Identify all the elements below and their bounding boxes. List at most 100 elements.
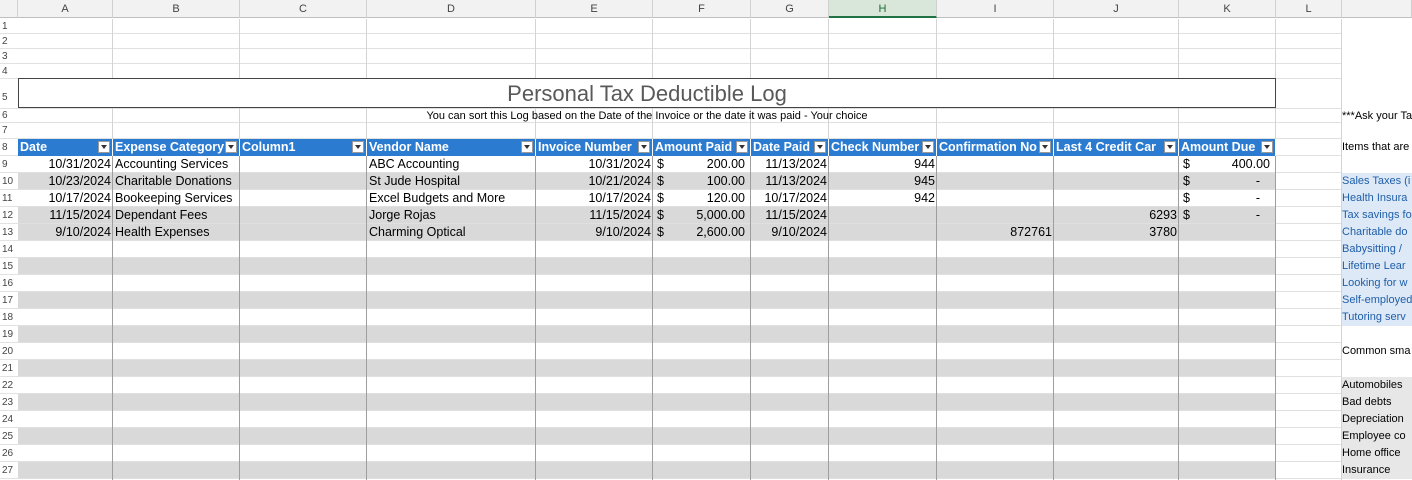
- row-header-23[interactable]: 23: [0, 394, 18, 411]
- column-header-k[interactable]: K: [1179, 0, 1276, 18]
- row-header-5[interactable]: 5: [0, 79, 18, 109]
- filter-dropdown-icon[interactable]: [1261, 141, 1273, 153]
- cell-card[interactable]: [1054, 173, 1179, 190]
- column-header-g[interactable]: G: [751, 0, 829, 18]
- row-header-11[interactable]: 11: [0, 190, 18, 207]
- row-header-17[interactable]: 17: [0, 292, 18, 309]
- cell-date_paid[interactable]: 10/17/2024: [751, 190, 829, 207]
- cell-check[interactable]: 942: [829, 190, 937, 207]
- cell-category[interactable]: Health Expenses: [113, 224, 240, 241]
- column-header-i[interactable]: I: [937, 0, 1054, 18]
- row-header-15[interactable]: 15: [0, 258, 18, 275]
- cell-category[interactable]: Charitable Donations: [113, 173, 240, 190]
- column-header-a[interactable]: A: [18, 0, 113, 18]
- cell-amount_due[interactable]: $ -: [1179, 173, 1276, 190]
- filter-dropdown-icon[interactable]: [521, 141, 533, 153]
- row-header-4[interactable]: 4: [0, 64, 18, 79]
- cell-invoice[interactable]: 11/15/2024: [536, 207, 653, 224]
- column-header-f[interactable]: F: [653, 0, 751, 18]
- cell-column1[interactable]: [240, 190, 367, 207]
- cell-vendor[interactable]: St Jude Hospital: [367, 173, 536, 190]
- cell-date[interactable]: 11/15/2024: [18, 207, 113, 224]
- row-header-18[interactable]: 18: [0, 309, 18, 326]
- cell-category[interactable]: Accounting Services: [113, 156, 240, 173]
- cell-invoice[interactable]: 10/21/2024: [536, 173, 653, 190]
- filter-dropdown-icon[interactable]: [98, 141, 110, 153]
- cell-date_paid[interactable]: 11/13/2024: [751, 173, 829, 190]
- cell-confirmation[interactable]: [937, 173, 1054, 190]
- row-header-1[interactable]: 1: [0, 19, 18, 34]
- column-header-c[interactable]: C: [240, 0, 367, 18]
- row-header-3[interactable]: 3: [0, 49, 18, 64]
- filter-dropdown-icon[interactable]: [736, 141, 748, 153]
- cell-confirmation[interactable]: 872761: [937, 224, 1054, 241]
- column-header-d[interactable]: D: [367, 0, 536, 18]
- column-header-h[interactable]: H: [829, 0, 937, 18]
- row-header-16[interactable]: 16: [0, 275, 18, 292]
- cell-date_paid[interactable]: 9/10/2024: [751, 224, 829, 241]
- cell-amount_due[interactable]: $ -: [1179, 190, 1276, 207]
- row-header-22[interactable]: 22: [0, 377, 18, 394]
- cell-column1[interactable]: [240, 173, 367, 190]
- row-header-27[interactable]: 27: [0, 462, 18, 479]
- column-header-b[interactable]: B: [113, 0, 240, 18]
- row-header-19[interactable]: 19: [0, 326, 18, 343]
- cell-amount_paid[interactable]: $2,600.00: [653, 224, 751, 241]
- cell-amount_paid[interactable]: $200.00: [653, 156, 751, 173]
- row-header-14[interactable]: 14: [0, 241, 18, 258]
- cell-check[interactable]: 944: [829, 156, 937, 173]
- filter-dropdown-icon[interactable]: [352, 141, 364, 153]
- cell-column1[interactable]: [240, 156, 367, 173]
- row-header-8[interactable]: 8: [0, 139, 18, 156]
- table-header-9[interactable]: Last 4 Credit Car: [1054, 139, 1179, 156]
- cell-card[interactable]: [1054, 156, 1179, 173]
- filter-dropdown-icon[interactable]: [922, 141, 934, 153]
- cell-confirmation[interactable]: [937, 156, 1054, 173]
- cell-invoice[interactable]: 9/10/2024: [536, 224, 653, 241]
- select-all-corner[interactable]: [0, 0, 18, 18]
- cell-vendor[interactable]: Jorge Rojas: [367, 207, 536, 224]
- cell-date[interactable]: 10/17/2024: [18, 190, 113, 207]
- row-header-12[interactable]: 12: [0, 207, 18, 224]
- row-header-9[interactable]: 9: [0, 156, 18, 173]
- table-header-6[interactable]: Date Paid: [751, 139, 829, 156]
- column-header-m[interactable]: [1342, 0, 1412, 18]
- cell-card[interactable]: 6293: [1054, 207, 1179, 224]
- cell-check[interactable]: 945: [829, 173, 937, 190]
- cell-category[interactable]: Bookeeping Services: [113, 190, 240, 207]
- filter-dropdown-icon[interactable]: [1039, 141, 1051, 153]
- cell-check[interactable]: [829, 207, 937, 224]
- table-header-5[interactable]: Amount Paid: [653, 139, 751, 156]
- cell-amount_due[interactable]: [1179, 224, 1276, 241]
- cell-invoice[interactable]: 10/31/2024: [536, 156, 653, 173]
- cell-check[interactable]: [829, 224, 937, 241]
- row-header-6[interactable]: 6: [0, 109, 18, 123]
- cell-vendor[interactable]: Excel Budgets and More: [367, 190, 536, 207]
- cell-vendor[interactable]: ABC Accounting: [367, 156, 536, 173]
- cell-date[interactable]: 9/10/2024: [18, 224, 113, 241]
- cell-confirmation[interactable]: [937, 207, 1054, 224]
- cell-amount_paid[interactable]: $100.00: [653, 173, 751, 190]
- cell-date[interactable]: 10/31/2024: [18, 156, 113, 173]
- filter-dropdown-icon[interactable]: [638, 141, 650, 153]
- table-header-2[interactable]: Column1: [240, 139, 367, 156]
- cell-column1[interactable]: [240, 224, 367, 241]
- cell-date[interactable]: 10/23/2024: [18, 173, 113, 190]
- row-header-10[interactable]: 10: [0, 173, 18, 190]
- row-header-25[interactable]: 25: [0, 428, 18, 445]
- cell-category[interactable]: Dependant Fees: [113, 207, 240, 224]
- table-header-8[interactable]: Confirmation No: [937, 139, 1054, 156]
- cell-vendor[interactable]: Charming Optical: [367, 224, 536, 241]
- cell-amount_due[interactable]: $400.00: [1179, 156, 1276, 173]
- row-header-2[interactable]: 2: [0, 34, 18, 49]
- cell-date_paid[interactable]: 11/13/2024: [751, 156, 829, 173]
- table-header-3[interactable]: Vendor Name: [367, 139, 536, 156]
- row-header-24[interactable]: 24: [0, 411, 18, 428]
- cell-amount_paid[interactable]: $5,000.00: [653, 207, 751, 224]
- row-header-26[interactable]: 26: [0, 445, 18, 462]
- cell-confirmation[interactable]: [937, 190, 1054, 207]
- filter-dropdown-icon[interactable]: [225, 141, 237, 153]
- column-header-e[interactable]: E: [536, 0, 653, 18]
- table-header-1[interactable]: Expense Category: [113, 139, 240, 156]
- column-header-j[interactable]: J: [1054, 0, 1179, 18]
